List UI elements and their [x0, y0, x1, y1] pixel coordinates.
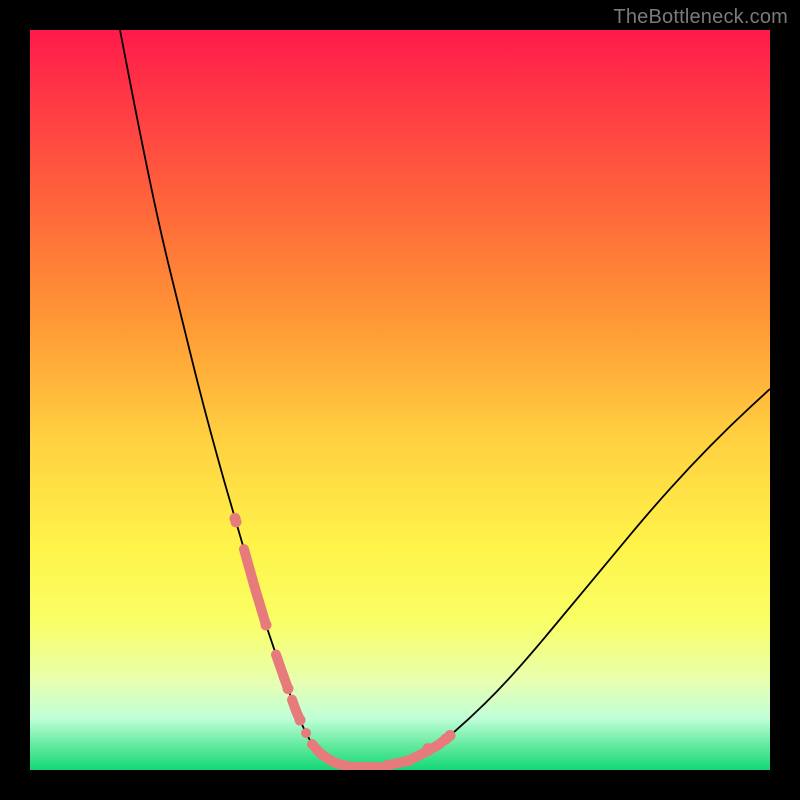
chart-area: [30, 30, 770, 770]
marker-dot: [261, 619, 272, 630]
marker-dash: [244, 549, 254, 585]
data-markers: [230, 513, 456, 770]
marker-dot: [230, 513, 241, 524]
marker-dot: [295, 715, 306, 726]
plot-svg: [30, 30, 770, 770]
marker-dot: [423, 743, 434, 754]
watermark-text: TheBottleneck.com: [613, 6, 788, 29]
bottleneck-curve: [120, 30, 770, 767]
marker-dot: [445, 730, 456, 741]
marker-dot: [283, 683, 294, 694]
marker-dash: [254, 585, 266, 625]
